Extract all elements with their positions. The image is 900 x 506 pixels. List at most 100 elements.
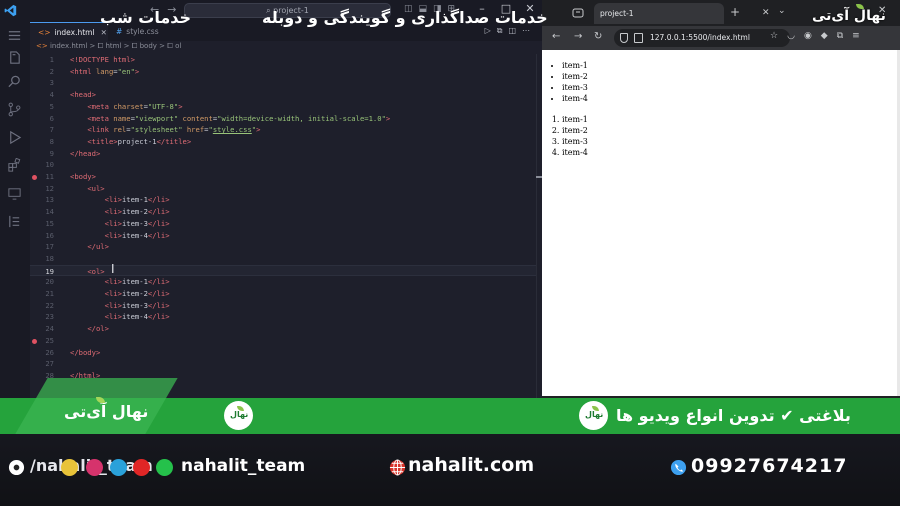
shield-icon[interactable] bbox=[620, 33, 628, 43]
browser-tab[interactable]: project-1 ✕ bbox=[594, 3, 770, 24]
testing-icon[interactable] bbox=[7, 214, 22, 229]
banner-text-mid: خدمات صداگذاری و گویندگی و دوبله bbox=[262, 8, 548, 27]
code-line[interactable]: 23 <li>item-4</li> bbox=[30, 311, 536, 323]
breadcrumb-body[interactable]: body bbox=[140, 42, 157, 50]
line-number: 24 bbox=[45, 324, 54, 334]
account-icon[interactable]: ◉ bbox=[804, 31, 821, 41]
remote-explorer-icon[interactable] bbox=[7, 186, 22, 201]
list-item: item-4 bbox=[562, 147, 588, 158]
breadcrumb: <> index.html > ⧠ html > ⧠ body > ⧠ ol bbox=[36, 42, 182, 50]
line-number: 8 bbox=[49, 136, 54, 146]
line-number: 14 bbox=[45, 207, 54, 217]
code-line[interactable]: 2 <html lang="en"> bbox=[30, 66, 536, 78]
code-text: <!DOCTYPE html> bbox=[70, 55, 135, 64]
code-text: <li>item-1</li> bbox=[104, 277, 170, 287]
code-line[interactable]: 6 <meta name="viewport" content="width=d… bbox=[30, 113, 536, 125]
code-text: <head> bbox=[70, 90, 96, 100]
code-text: <ul> bbox=[87, 183, 105, 193]
code-line[interactable]: 9 </head> bbox=[30, 148, 536, 160]
code-line[interactable]: 14 <li>item-2</li> bbox=[30, 206, 536, 218]
page-info-icon[interactable] bbox=[634, 33, 643, 43]
website-link[interactable]: nahalit.com bbox=[408, 454, 534, 476]
url-text[interactable]: 127.0.0.1:5500/index.html bbox=[650, 29, 750, 47]
code-line[interactable]: 21 <li>item-2</li> bbox=[30, 288, 536, 300]
code-text: <title>project-1</title> bbox=[87, 136, 192, 146]
line-number: 12 bbox=[45, 183, 54, 193]
code-line[interactable]: 11 <body> bbox=[30, 171, 536, 183]
code-line[interactable]: 10 bbox=[30, 159, 536, 171]
tag-icon: ⧠ bbox=[97, 42, 104, 50]
code-text: <link rel="stylesheet" href="style.css"> bbox=[87, 125, 261, 135]
phone-number[interactable]: 09927674217 bbox=[691, 455, 847, 477]
code-text: <li>item-3</li> bbox=[104, 218, 170, 228]
forward-arrow-icon[interactable]: → bbox=[574, 31, 582, 42]
vscode-window: ←→ ⌕ project-1 ◫⬓◨⊞ – □ ✕ <> index.html ✕ # s… bbox=[0, 0, 542, 398]
line-number: 13 bbox=[45, 195, 54, 205]
code-text: <li>item-1</li> bbox=[104, 195, 170, 205]
shield-icon[interactable]: ◆ bbox=[821, 31, 837, 41]
code-line[interactable]: 13 <li>item-1</li> bbox=[30, 194, 536, 206]
breadcrumb-file[interactable]: index.html bbox=[50, 42, 87, 50]
list-item: item-2 bbox=[562, 71, 588, 82]
code-line[interactable]: 19 <ol> bbox=[30, 264, 536, 277]
code-line[interactable]: 17 </ul> bbox=[30, 241, 536, 253]
whatsapp-icon bbox=[156, 459, 173, 476]
code-line[interactable]: 20 <li>item-1</li> bbox=[30, 276, 536, 288]
banner-text-right: بلاغتی ✔ تدوین انواع ویدیو ها bbox=[616, 406, 851, 425]
code-text: <li>item-4</li> bbox=[104, 312, 170, 322]
new-tab-icon[interactable]: + bbox=[730, 5, 740, 19]
list-item: item-1 bbox=[562, 114, 588, 125]
activity-bar bbox=[0, 22, 30, 398]
code-line[interactable]: 16 <li>item-4</li> bbox=[30, 230, 536, 242]
breadcrumb-ol[interactable]: ol bbox=[175, 42, 181, 50]
address-bar[interactable]: 127.0.0.1:5500/index.html bbox=[614, 29, 790, 47]
line-number: 17 bbox=[45, 242, 54, 252]
code-text: <li>item-2</li> bbox=[104, 207, 170, 217]
extensions-icon[interactable] bbox=[7, 158, 22, 173]
tag-icon: ⧠ bbox=[167, 42, 173, 50]
code-line[interactable]: 15 <li>item-3</li> bbox=[30, 218, 536, 230]
code-line[interactable]: 7 <link rel="stylesheet" href="style.css… bbox=[30, 124, 536, 136]
telegram-icon bbox=[110, 459, 127, 476]
reload-icon[interactable]: ↻ bbox=[594, 31, 602, 42]
code-line[interactable]: 1 <!DOCTYPE html> bbox=[30, 54, 536, 66]
code-line[interactable]: 22 <li>item-3</li> bbox=[30, 300, 536, 312]
run-debug-icon[interactable] bbox=[7, 130, 22, 145]
code-line[interactable]: 8 <title>project-1</title> bbox=[30, 136, 536, 148]
line-number: 11 bbox=[45, 172, 54, 181]
code-text: </body> bbox=[70, 347, 101, 357]
explorer-icon[interactable] bbox=[7, 50, 22, 65]
code-line[interactable]: 27 bbox=[30, 358, 536, 370]
back-arrow-icon[interactable]: ← bbox=[552, 31, 560, 42]
code-line[interactable]: 12 <ul> bbox=[30, 183, 536, 195]
code-line[interactable]: 3 bbox=[30, 77, 536, 89]
source-control-icon[interactable] bbox=[7, 102, 22, 117]
code-line[interactable]: 5 <meta charset="UTF-8"> bbox=[30, 101, 536, 113]
code-line[interactable]: 26 </body> bbox=[30, 347, 536, 359]
code-line[interactable]: 24 </ol> bbox=[30, 323, 536, 335]
html-file-icon: <> bbox=[36, 42, 48, 50]
tab-index-html[interactable]: <> index.html ✕ bbox=[30, 22, 108, 41]
code-line[interactable]: 25 bbox=[30, 335, 536, 347]
code-line[interactable]: 18 bbox=[30, 253, 536, 265]
line-number: 15 bbox=[45, 218, 54, 228]
list-item: item-3 bbox=[562, 82, 588, 93]
brand-badge-icon: نهال bbox=[224, 401, 253, 430]
ordered-list: item-1 item-2 item-3 item-4 bbox=[562, 114, 588, 158]
code-text: <body> bbox=[70, 172, 96, 181]
chevron-down-icon[interactable]: ⌄ bbox=[778, 6, 786, 16]
search-icon[interactable] bbox=[7, 74, 22, 89]
pocket-icon[interactable]: ◡ bbox=[787, 31, 804, 41]
brand-logo: نهال آی‌تی bbox=[812, 4, 886, 30]
tab-search-icon[interactable] bbox=[572, 7, 584, 19]
code-text: <li>item-3</li> bbox=[104, 300, 170, 310]
line-number: 18 bbox=[45, 253, 54, 263]
code-editor[interactable]: 1 <!DOCTYPE html> 2 <html lang="en"> 3 4 <head… bbox=[30, 54, 542, 398]
code-line[interactable]: 4 <head> bbox=[30, 89, 536, 101]
extensions-icon[interactable]: ⧉ bbox=[837, 31, 852, 41]
menu-icon[interactable]: ≡ bbox=[852, 31, 869, 41]
breadcrumb-html[interactable]: html bbox=[105, 42, 121, 50]
close-tab-icon[interactable]: ✕ bbox=[762, 3, 770, 24]
bookmark-star-icon[interactable]: ☆ bbox=[770, 31, 787, 41]
hamburger-menu-icon[interactable] bbox=[7, 28, 22, 43]
